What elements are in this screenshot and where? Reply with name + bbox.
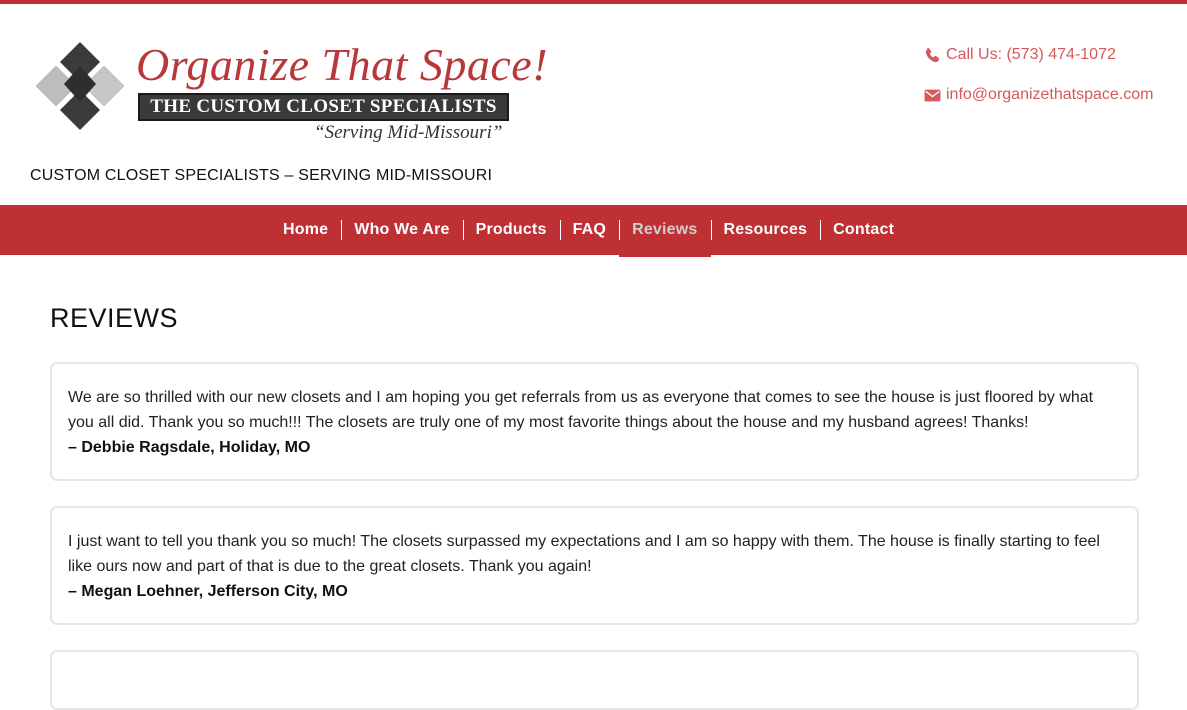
envelope-icon (924, 89, 941, 101)
nav-item-home[interactable]: Home (270, 205, 341, 255)
nav-item-reviews[interactable]: Reviews (619, 205, 711, 257)
email-link[interactable]: info@organizethatspace.com (946, 86, 1153, 104)
logo-banner: THE CUSTOM CLOSET SPECIALISTS (138, 93, 509, 121)
phone-icon (925, 47, 940, 62)
review-text: We are so thrilled with our new closets … (68, 389, 1094, 431)
review-author: – Megan Loehner, Jefferson City, MO (68, 583, 348, 600)
nav-item-resources[interactable]: Resources (710, 205, 821, 255)
phone-text: Call Us: (573) 474-1072 (946, 46, 1116, 63)
site-tagline: CUSTOM CLOSET SPECIALISTS – SERVING MID-… (30, 167, 493, 184)
nav-item-faq[interactable]: FAQ (559, 205, 620, 255)
review-card: We are so thrilled with our new closets … (50, 362, 1139, 481)
review-card: I just want to tell you thank you so muc… (50, 506, 1139, 625)
nav-item-who-we-are[interactable]: Who We Are (341, 205, 462, 255)
main-navigation: Home Who We Are Products FAQ Reviews Res… (0, 205, 1187, 257)
review-author: – Debbie Ragsdale, Holiday, MO (68, 439, 311, 456)
logo-tagline: “Serving Mid-Missouri” (314, 122, 503, 143)
site-logo[interactable]: Organize That Space! THE CUSTOM CLOSET S… (30, 38, 548, 148)
email-contact[interactable]: info@organizethatspace.com (924, 86, 1153, 104)
review-card-partial (50, 650, 1139, 710)
phone-contact[interactable]: Call Us: (573) 474-1072 (924, 46, 1116, 64)
nav-item-products[interactable]: Products (462, 205, 560, 255)
review-text: I just want to tell you thank you so muc… (68, 533, 1100, 575)
logo-title: Organize That Space! (136, 39, 549, 90)
nav-list: Home Who We Are Products FAQ Reviews Res… (270, 205, 907, 257)
diamond-tiles-logo-icon (35, 42, 125, 130)
page-title: REVIEWS (50, 303, 179, 333)
top-accent-bar (0, 0, 1187, 4)
nav-item-contact[interactable]: Contact (820, 205, 907, 255)
